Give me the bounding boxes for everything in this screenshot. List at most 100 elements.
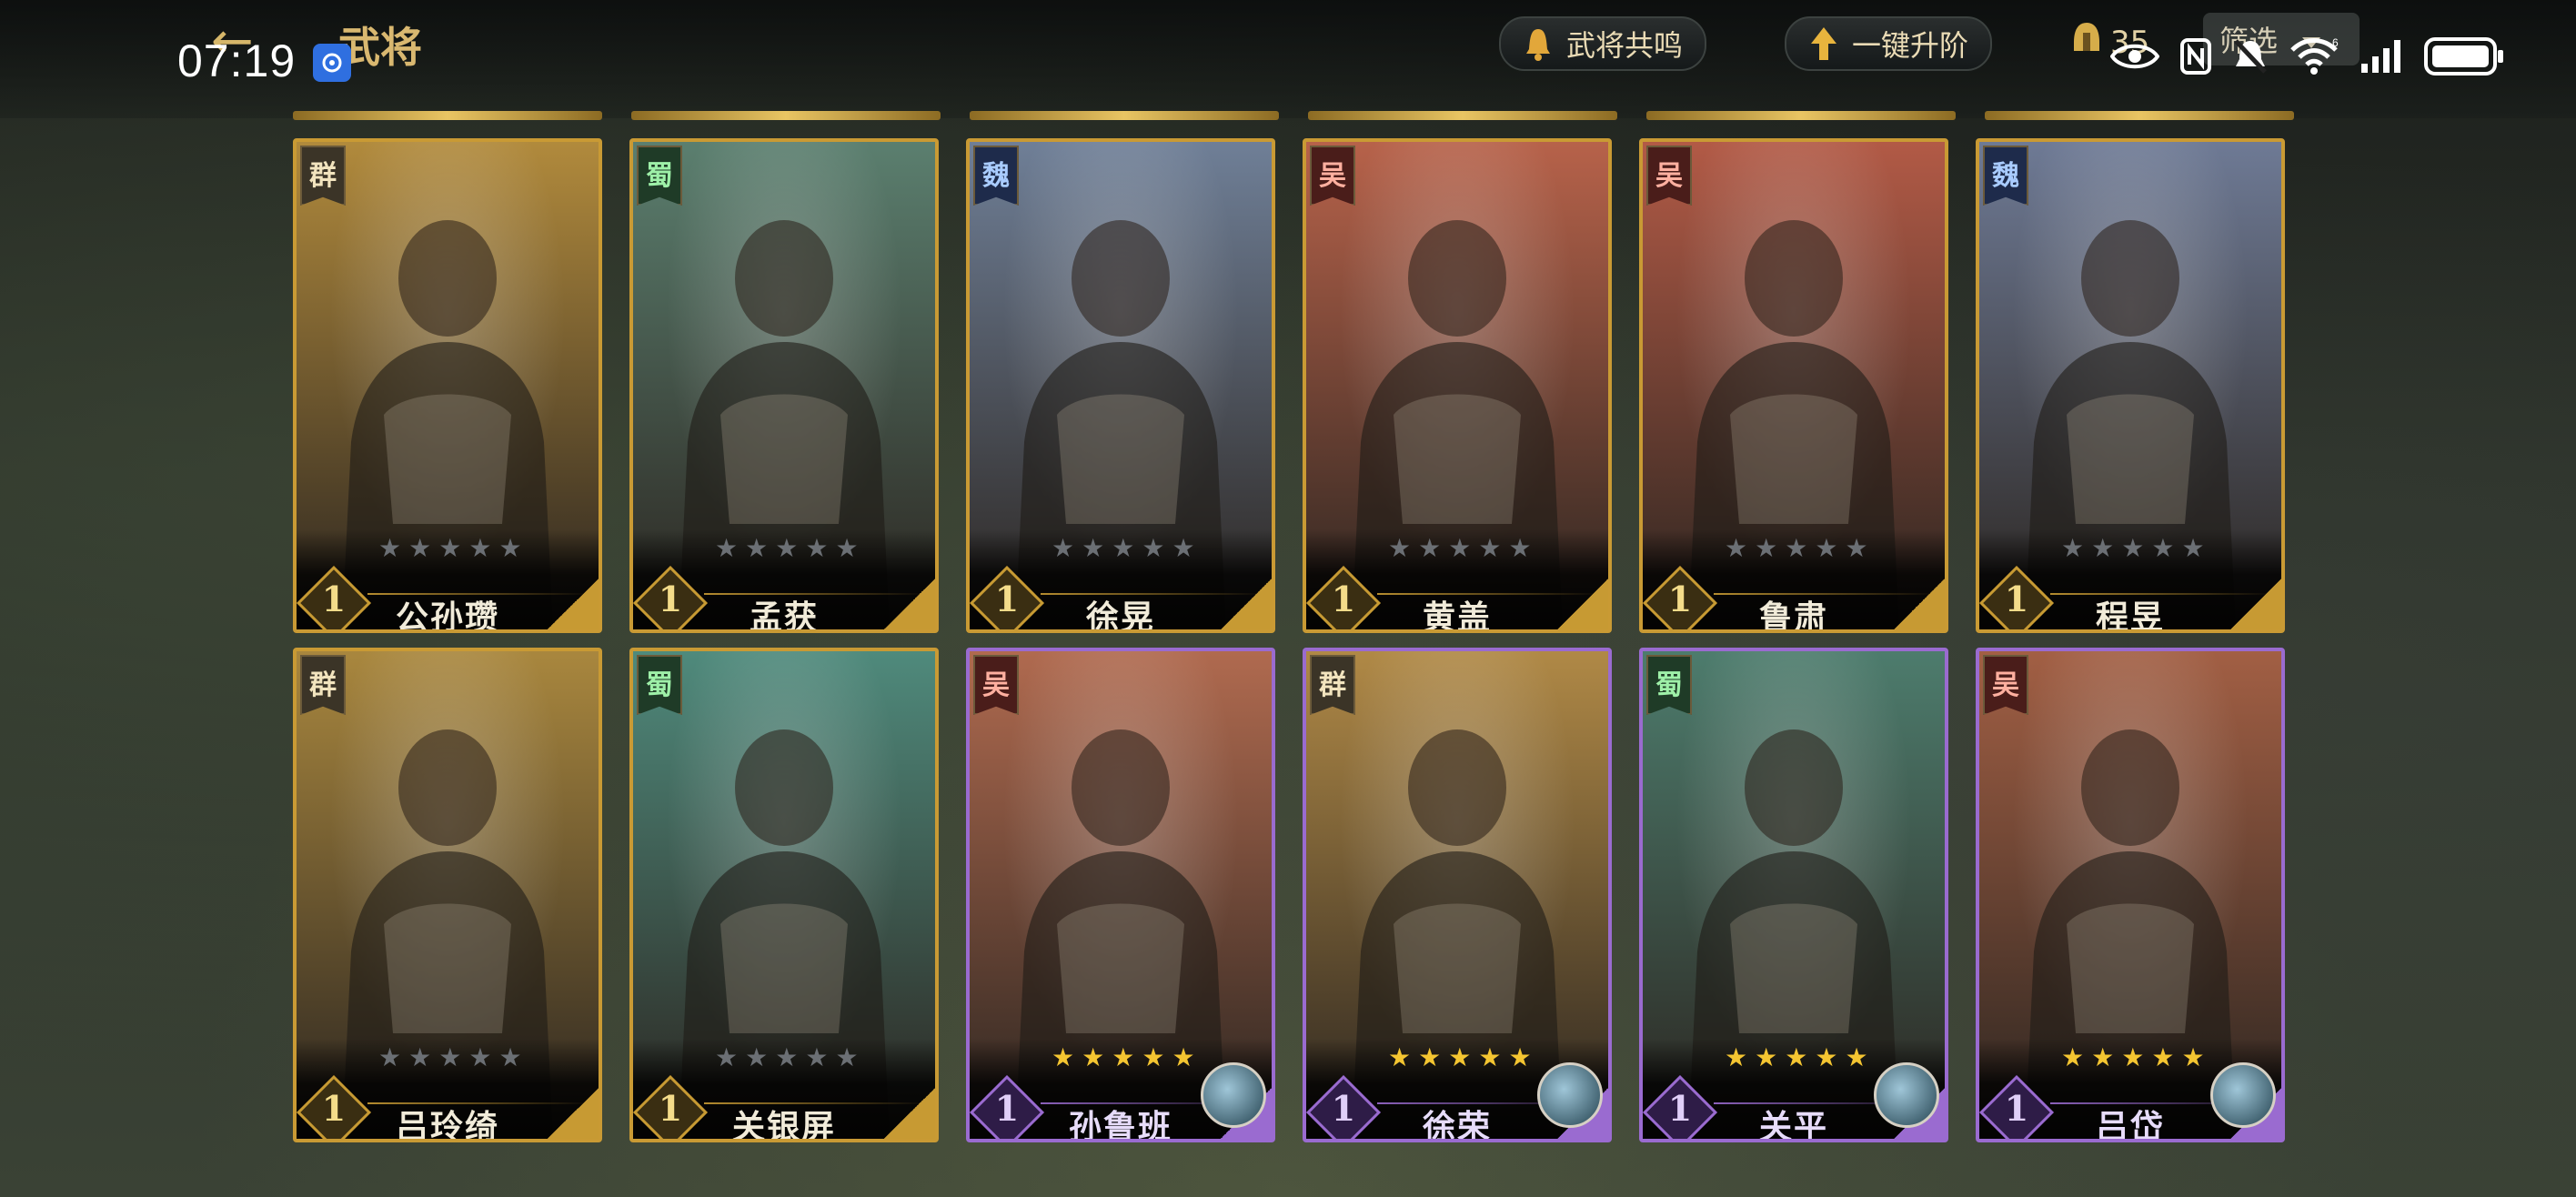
general-card[interactable]: 蜀 ★ ★ ★ ★ ★ 1 孟获 bbox=[629, 138, 939, 633]
faction-badge: 群 bbox=[1310, 655, 1355, 715]
general-card[interactable]: 群 ★ ★ ★ ★ ★ 1 徐荣 bbox=[1303, 648, 1612, 1142]
star-icon: ★ bbox=[745, 533, 769, 563]
upgrade-all-button[interactable]: 一键升阶 bbox=[1785, 16, 1993, 71]
faction-badge: 蜀 bbox=[637, 655, 682, 715]
faction-badge: 魏 bbox=[1983, 146, 2028, 206]
star-rating: ★ ★ ★ ★ ★ bbox=[378, 1042, 522, 1072]
star-icon: ★ bbox=[498, 1042, 522, 1072]
faction-badge: 蜀 bbox=[637, 146, 682, 206]
star-icon: ★ bbox=[2181, 1042, 2205, 1072]
star-icon: ★ bbox=[1112, 1042, 1135, 1072]
star-icon: ★ bbox=[2061, 1042, 2085, 1072]
dnd-icon bbox=[2232, 37, 2269, 75]
star-rating: ★ ★ ★ ★ ★ bbox=[715, 533, 859, 563]
star-rating: ★ ★ ★ ★ ★ bbox=[715, 1042, 859, 1072]
general-card[interactable]: 群 ★ ★ ★ ★ ★ 1 公孙瓒 bbox=[293, 138, 602, 633]
star-icon: ★ bbox=[1845, 533, 1868, 563]
up-arrow-icon bbox=[1808, 25, 1839, 62]
star-icon: ★ bbox=[1082, 1042, 1105, 1072]
star-icon: ★ bbox=[775, 1042, 799, 1072]
wifi-icon: 6 bbox=[2289, 37, 2340, 75]
frost-skill-icon[interactable] bbox=[1537, 1062, 1603, 1128]
card-corner bbox=[2230, 578, 2281, 629]
star-icon: ★ bbox=[468, 533, 492, 563]
star-icon: ★ bbox=[1448, 1042, 1472, 1072]
app-badge-icon bbox=[313, 44, 351, 82]
card-corner bbox=[884, 1088, 935, 1139]
star-icon: ★ bbox=[1478, 1042, 1502, 1072]
star-icon: ★ bbox=[378, 533, 402, 563]
bell-icon bbox=[1523, 25, 1554, 62]
star-icon: ★ bbox=[1172, 1042, 1195, 1072]
card-strip bbox=[1985, 111, 2294, 120]
upgrade-all-label: 一键升阶 bbox=[1852, 28, 1969, 63]
star-icon: ★ bbox=[2121, 533, 2145, 563]
resonance-label: 武将共鸣 bbox=[1566, 28, 1684, 63]
star-icon: ★ bbox=[805, 1042, 829, 1072]
card-strip bbox=[293, 111, 602, 120]
star-icon: ★ bbox=[1142, 533, 1165, 563]
general-card[interactable]: 蜀 ★ ★ ★ ★ ★ 1 关平 bbox=[1639, 648, 1948, 1142]
star-icon: ★ bbox=[715, 533, 739, 563]
card-corner bbox=[548, 578, 599, 629]
card-corner bbox=[1221, 578, 1272, 629]
star-icon: ★ bbox=[805, 533, 829, 563]
star-icon: ★ bbox=[498, 533, 522, 563]
faction-badge: 吴 bbox=[973, 655, 1019, 715]
general-card[interactable]: 吴 ★ ★ ★ ★ ★ 1 黄盖 bbox=[1303, 138, 1612, 633]
star-icon: ★ bbox=[378, 1042, 402, 1072]
star-rating: ★ ★ ★ ★ ★ bbox=[1725, 533, 1868, 563]
star-icon: ★ bbox=[1172, 533, 1195, 563]
faction-badge: 吴 bbox=[1646, 146, 1692, 206]
star-icon: ★ bbox=[1052, 533, 1075, 563]
star-icon: ★ bbox=[1755, 533, 1778, 563]
lightning-skill-icon[interactable] bbox=[1201, 1062, 1266, 1128]
star-icon: ★ bbox=[468, 1042, 492, 1072]
star-icon: ★ bbox=[408, 1042, 432, 1072]
star-icon: ★ bbox=[1418, 533, 1442, 563]
general-card[interactable]: 吴 ★ ★ ★ ★ ★ 1 孙鲁班 bbox=[966, 648, 1275, 1142]
star-icon: ★ bbox=[1082, 533, 1105, 563]
general-card[interactable]: 吴 ★ ★ ★ ★ ★ 1 吕岱 bbox=[1976, 648, 2285, 1142]
star-icon: ★ bbox=[438, 1042, 462, 1072]
faction-badge: 蜀 bbox=[1646, 655, 1692, 715]
eye-icon bbox=[2110, 41, 2159, 72]
star-rating: ★ ★ ★ ★ ★ bbox=[378, 533, 522, 563]
star-icon: ★ bbox=[1785, 533, 1808, 563]
star-icon: ★ bbox=[1478, 533, 1502, 563]
star-icon: ★ bbox=[1388, 533, 1412, 563]
coin-skill-icon[interactable] bbox=[2210, 1062, 2276, 1128]
star-icon: ★ bbox=[745, 1042, 769, 1072]
card-top-strips bbox=[293, 111, 2294, 120]
star-rating: ★ ★ ★ ★ ★ bbox=[1052, 533, 1195, 563]
star-icon: ★ bbox=[715, 1042, 739, 1072]
star-rating: ★ ★ ★ ★ ★ bbox=[1388, 1042, 1532, 1072]
star-icon: ★ bbox=[1508, 1042, 1532, 1072]
star-icon: ★ bbox=[2151, 533, 2175, 563]
general-card[interactable]: 群 ★ ★ ★ ★ ★ 1 吕玲绮 bbox=[293, 648, 602, 1142]
card-strip bbox=[970, 111, 1279, 120]
faction-badge: 群 bbox=[300, 655, 346, 715]
faction-badge: 群 bbox=[300, 146, 346, 206]
resonance-button[interactable]: 武将共鸣 bbox=[1499, 16, 1707, 71]
battery-icon bbox=[2423, 36, 2505, 76]
general-card[interactable]: 蜀 ★ ★ ★ ★ ★ 1 关银屏 bbox=[629, 648, 939, 1142]
star-rating: ★ ★ ★ ★ ★ bbox=[1725, 1042, 1868, 1072]
sword-skill-icon[interactable] bbox=[1874, 1062, 1939, 1128]
star-icon: ★ bbox=[1052, 1042, 1075, 1072]
nfc-icon bbox=[2179, 37, 2212, 75]
faction-badge: 吴 bbox=[1983, 655, 2028, 715]
card-strip bbox=[1646, 111, 1956, 120]
star-icon: ★ bbox=[1142, 1042, 1165, 1072]
system-status-icons: 6 bbox=[2110, 36, 2505, 76]
card-strip bbox=[631, 111, 941, 120]
signal-icon bbox=[2360, 38, 2403, 75]
star-rating: ★ ★ ★ ★ ★ bbox=[1052, 1042, 1195, 1072]
star-icon: ★ bbox=[1418, 1042, 1442, 1072]
general-card[interactable]: 魏 ★ ★ ★ ★ ★ 1 徐晃 bbox=[966, 138, 1275, 633]
general-card[interactable]: 魏 ★ ★ ★ ★ ★ 1 程昱 bbox=[1976, 138, 2285, 633]
star-icon: ★ bbox=[1508, 533, 1532, 563]
star-rating: ★ ★ ★ ★ ★ bbox=[2061, 533, 2205, 563]
general-card[interactable]: 吴 ★ ★ ★ ★ ★ 1 鲁肃 bbox=[1639, 138, 1948, 633]
card-strip bbox=[1308, 111, 1617, 120]
